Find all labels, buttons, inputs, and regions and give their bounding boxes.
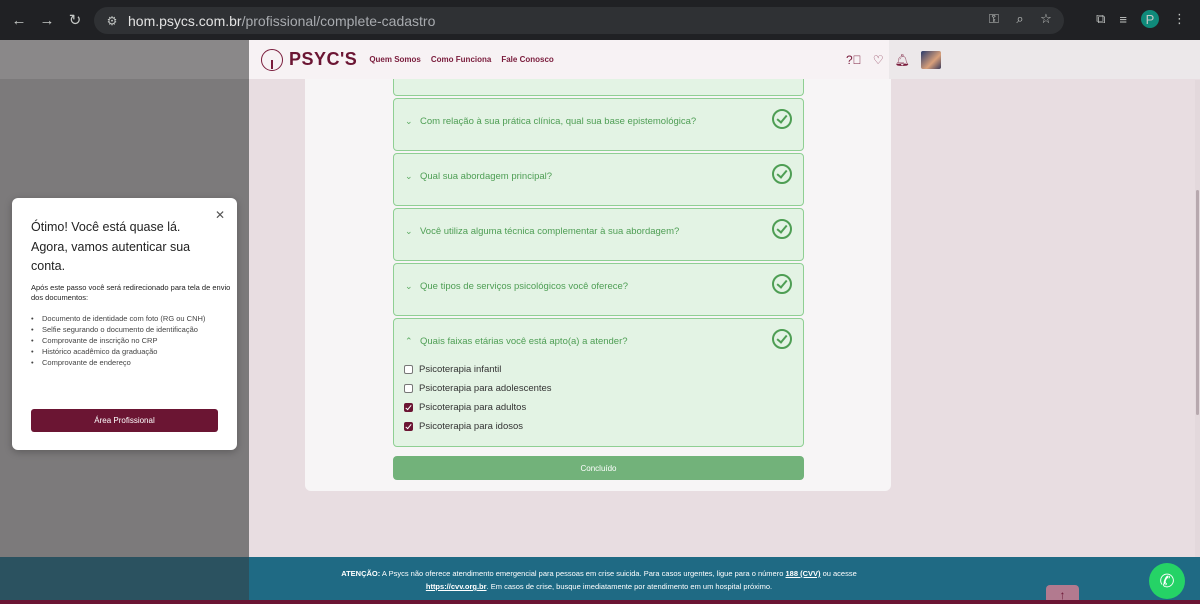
scrollbar-thumb[interactable] (1196, 190, 1199, 415)
question-title: Que tipos de serviços psicológicos você … (420, 280, 629, 292)
question-epistemologica[interactable]: ⌄ Com relação à sua prática clínica, qua… (393, 98, 804, 151)
zoom-icon[interactable]: ⌕ (1012, 11, 1028, 27)
question-faixas-etarias: ⌃ Quais faixas etárias você está apto(a)… (393, 318, 804, 447)
option-idosos[interactable]: Psicoterapia para idosos (404, 421, 523, 432)
nav-fale-conosco[interactable]: Fale Conosco (501, 55, 553, 64)
site-header: PSYC'S Quem Somos Como Funciona Fale Con… (249, 40, 941, 79)
url-text[interactable]: hom.psycs.com.br/profissional/complete-c… (128, 13, 435, 29)
concluido-button[interactable]: Concluído (393, 456, 804, 480)
document-list: Documento de identidade com foto (RG ou … (31, 314, 221, 369)
question-title: Você utiliza alguma técnica complementar… (420, 225, 680, 237)
cvv-site-link[interactable]: https://cvv.org.br (426, 582, 487, 591)
reload-icon[interactable]: ↻ (64, 9, 86, 31)
popup-title: Ótimo! Você está quase lá. Agora, vamos … (31, 220, 191, 273)
option-infantil[interactable]: Psicoterapia infantil (404, 364, 501, 375)
logo-icon (261, 48, 283, 71)
heart-icon[interactable]: ♡ (873, 53, 884, 67)
list-item: Documento de identidade com foto (RG ou … (31, 314, 221, 324)
cvv-phone-link[interactable]: 188 (CVV) (785, 569, 820, 578)
check-circle-icon (772, 219, 792, 239)
checkbox[interactable] (404, 384, 413, 393)
option-adolescentes[interactable]: Psicoterapia para adolescentes (404, 383, 552, 394)
media-icon[interactable]: ≡ (1119, 12, 1127, 27)
bookmark-star-icon[interactable]: ☆ (1038, 11, 1054, 27)
site-logo[interactable]: PSYC'S (261, 48, 358, 71)
option-adultos[interactable]: Psicoterapia para adultos (404, 402, 526, 413)
site-info-icon[interactable]: ⚙ (102, 14, 122, 28)
question-tecnica[interactable]: ⌄ Você utiliza alguma técnica complement… (393, 208, 804, 261)
close-icon[interactable]: ✕ (215, 208, 225, 222)
logo-text: PSYC'S (289, 49, 358, 69)
check-circle-icon (772, 274, 792, 294)
browser-toolbar: ← → ↻ ⚙ hom.psycs.com.br/profissional/co… (0, 0, 1200, 40)
checkbox-checked[interactable] (404, 403, 413, 412)
checkbox-checked[interactable] (404, 422, 413, 431)
forward-icon[interactable]: → (36, 9, 58, 31)
chevron-down-icon: ⌄ (405, 115, 413, 126)
auth-popup: ✕ Ótimo! Você está quase lá. Agora, vamo… (12, 198, 237, 450)
bottom-bar (0, 600, 1200, 604)
check-circle-icon (772, 164, 792, 184)
question-header[interactable]: ⌃ Quais faixas etárias você está apto(a)… (394, 319, 803, 363)
list-item: Histórico acadêmico da graduação (31, 347, 221, 357)
chevron-up-icon: ⌃ (405, 335, 413, 346)
chevron-down-icon: ⌄ (405, 170, 413, 181)
footer-warning: ATENÇÃO: A Psycs não oferece atendimento… (0, 557, 1200, 604)
check-circle-icon (772, 109, 792, 129)
bell-icon[interactable]: 🔔︎ (894, 53, 909, 67)
question-title: Quais faixas etárias você está apto(a) a… (420, 335, 628, 347)
check-circle-icon (772, 329, 792, 349)
address-bar[interactable]: ⚙ hom.psycs.com.br/profissional/complete… (94, 7, 1064, 34)
profile-avatar[interactable]: P (1141, 10, 1159, 28)
question-title: Com relação à sua prática clínica, qual … (420, 115, 697, 127)
back-icon[interactable]: ← (8, 9, 30, 31)
help-icon[interactable]: ?⃝ (846, 53, 862, 67)
question-title: Qual sua abordagem principal? (420, 170, 553, 182)
question-abordagem[interactable]: ⌄ Qual sua abordagem principal? (393, 153, 804, 206)
popup-text: Após este passo você será redirecionado … (31, 283, 231, 302)
whatsapp-icon[interactable]: ✆ (1149, 563, 1185, 599)
menu-icon[interactable]: ⋮ (1173, 11, 1186, 27)
key-icon[interactable]: ⚿ (986, 11, 1002, 27)
list-item: Comprovante de inscrição no CRP (31, 336, 221, 346)
area-profissional-button[interactable]: Área Profissional (31, 409, 218, 432)
chevron-down-icon: ⌄ (405, 225, 413, 236)
nav-como-funciona[interactable]: Como Funciona (431, 55, 491, 64)
user-avatar[interactable] (920, 51, 941, 69)
list-item: Comprovante de endereço (31, 358, 221, 368)
footer-label: ATENÇÃO: (341, 569, 381, 578)
chevron-down-icon: ⌄ (405, 280, 413, 291)
list-item: Selfie segurando o documento de identifi… (31, 325, 221, 335)
checkbox[interactable] (404, 365, 413, 374)
extensions-icon[interactable]: ⧉ (1096, 11, 1105, 27)
question-servicos[interactable]: ⌄ Que tipos de serviços psicológicos voc… (393, 263, 804, 316)
nav-quem-somos[interactable]: Quem Somos (369, 55, 421, 64)
question-previous[interactable] (393, 79, 804, 96)
